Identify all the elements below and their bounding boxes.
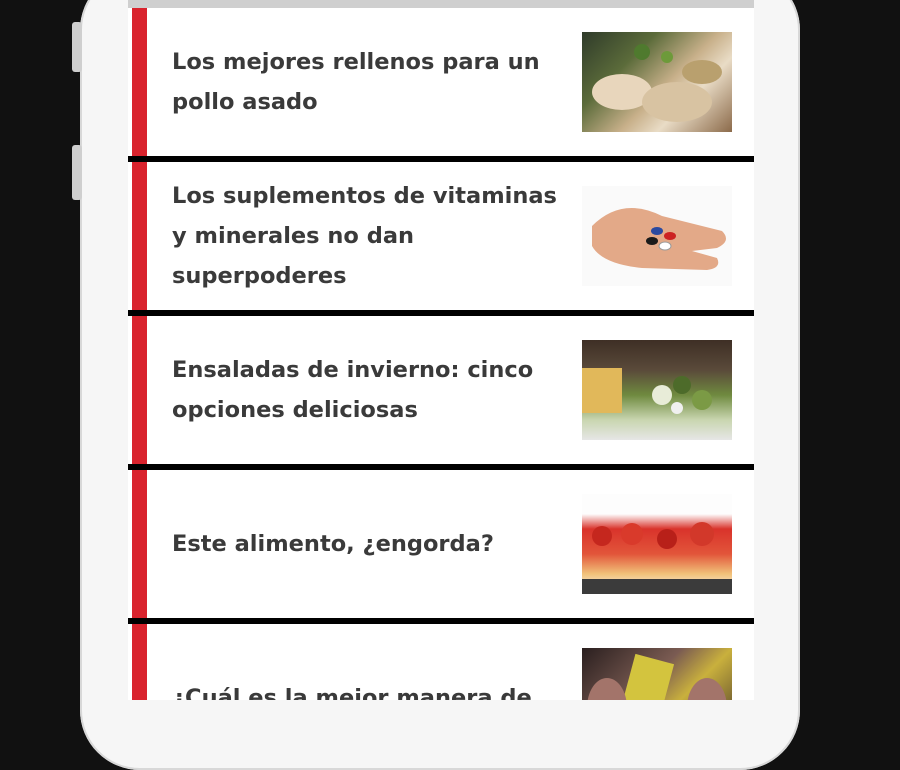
volume-down-button	[72, 145, 82, 200]
app-screen: Los mejores rellenos para un pollo asado…	[128, 0, 754, 700]
article-item[interactable]: ¿Cuál es la mejor manera de	[128, 624, 754, 700]
salad-image-icon	[582, 368, 712, 414]
accent-bar	[132, 624, 147, 700]
article-item[interactable]: Los suplementos de vitaminas y minerales…	[128, 162, 754, 310]
article-thumbnail[interactable]	[582, 340, 732, 440]
article-thumbnail[interactable]	[582, 494, 732, 594]
article-title[interactable]: Los suplementos de vitaminas y minerales…	[172, 176, 572, 296]
article-item[interactable]: Los mejores rellenos para un pollo asado	[128, 8, 754, 156]
accent-bar	[132, 316, 147, 464]
article-title[interactable]: ¿Cuál es la mejor manera de	[172, 678, 572, 700]
article-title[interactable]: Ensaladas de invierno: cinco opciones de…	[172, 350, 572, 430]
chicken-image-icon	[592, 44, 722, 122]
top-bar	[128, 0, 754, 8]
food-image-icon	[587, 653, 727, 700]
article-title[interactable]: Los mejores rellenos para un pollo asado	[172, 42, 572, 122]
article-thumbnail[interactable]	[582, 32, 732, 132]
article-list: Los mejores rellenos para un pollo asado…	[128, 8, 754, 700]
hand-pills-image-icon	[592, 208, 726, 270]
article-thumbnail[interactable]	[582, 648, 732, 700]
accent-bar	[132, 162, 147, 310]
bruschetta-image-icon	[582, 522, 732, 594]
accent-bar	[132, 8, 147, 156]
accent-bar	[132, 470, 147, 618]
article-item[interactable]: Ensaladas de invierno: cinco opciones de…	[128, 316, 754, 464]
article-item[interactable]: Este alimento, ¿engorda?	[128, 470, 754, 618]
volume-up-button	[72, 22, 82, 72]
article-title[interactable]: Este alimento, ¿engorda?	[172, 524, 572, 564]
article-thumbnail[interactable]	[582, 186, 732, 286]
